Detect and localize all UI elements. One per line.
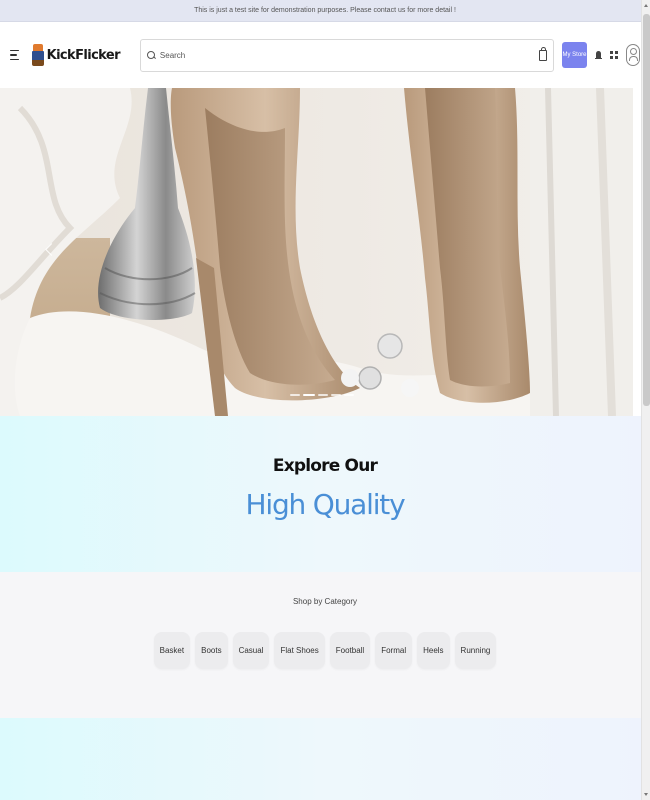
brand-logo-icon (31, 44, 44, 66)
carousel-dot-2[interactable] (303, 394, 315, 396)
brand-link[interactable]: KickFlicker (31, 44, 121, 66)
scrollbar-thumb[interactable] (643, 14, 650, 406)
carousel-dot-3[interactable] (318, 394, 328, 396)
avatar-icon[interactable] (626, 44, 640, 66)
menu-icon[interactable] (10, 48, 24, 62)
bag-icon[interactable] (539, 46, 547, 61)
grid-icon[interactable] (610, 51, 618, 59)
category-chip-flat-shoes[interactable]: Flat Shoes (274, 632, 325, 669)
category-chip-heels[interactable]: Heels (417, 632, 450, 669)
carousel-dot-5[interactable] (344, 394, 354, 396)
search-input[interactable] (159, 50, 535, 60)
explore-section: Explore Our High Quality (0, 416, 650, 572)
announcement-text: This is just a test site for demonstrati… (194, 7, 456, 14)
search-icon (146, 50, 156, 60)
header-actions: My Store (562, 42, 640, 68)
my-store-button[interactable]: My Store (562, 42, 587, 68)
carousel-dot-4[interactable] (331, 394, 341, 396)
category-chip-football[interactable]: Football (329, 632, 371, 669)
brand-name: KickFlicker (46, 47, 121, 63)
carousel-indicators (290, 394, 354, 396)
chevron-left-icon[interactable] (44, 240, 54, 260)
explore-title: Explore Our (272, 456, 378, 476)
bottom-band (0, 718, 650, 800)
category-chip-basket[interactable]: Basket (153, 632, 191, 669)
site-header: KickFlicker My Store (0, 22, 650, 88)
category-chip-boots[interactable]: Boots (195, 632, 228, 669)
page: This is just a test site for demonstrati… (0, 0, 650, 800)
announcement-bar: This is just a test site for demonstrati… (0, 0, 650, 22)
explore-subtitle: High Quality (245, 488, 406, 521)
scrollbar[interactable] (641, 0, 650, 800)
bell-icon[interactable] (595, 50, 602, 61)
category-chip-formal[interactable]: Formal (375, 632, 413, 669)
category-title: Shop by Category (292, 597, 358, 606)
category-section: Shop by Category Basket Boots Casual Fla… (0, 572, 650, 718)
carousel-dot-1[interactable] (290, 394, 300, 396)
hero-carousel[interactable] (0, 88, 650, 416)
category-chip-casual[interactable]: Casual (232, 632, 270, 669)
category-chip-running[interactable]: Running (454, 632, 497, 669)
scroll-down-icon[interactable] (644, 793, 648, 796)
hero-image (0, 88, 650, 416)
category-chips: Basket Boots Casual Flat Shoes Football … (153, 632, 497, 669)
scroll-up-icon[interactable] (644, 4, 648, 7)
search-bar (139, 38, 554, 72)
